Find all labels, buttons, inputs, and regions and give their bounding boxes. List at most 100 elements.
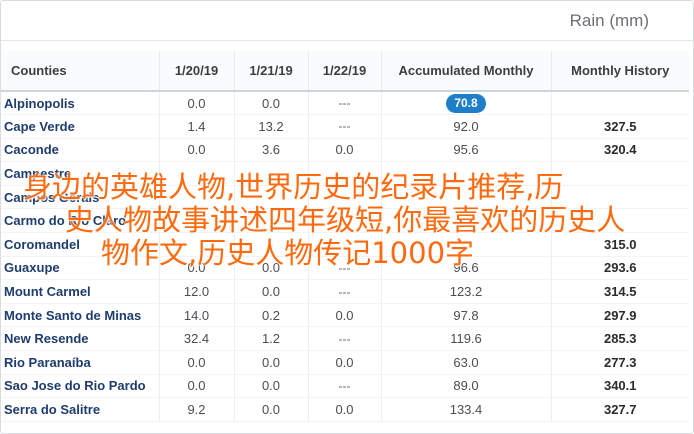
rain-day-3 bbox=[307, 232, 381, 257]
table-row: Rio Paranaíba 0.0 0.0 0.0 63.0 277.3 bbox=[1, 350, 689, 375]
rain-day-1: 0.0 bbox=[158, 374, 234, 399]
rain-day-3: --- bbox=[307, 374, 381, 399]
table-row: Coromandel 315.0 bbox=[1, 232, 689, 257]
rain-day-1: 0.0 bbox=[158, 256, 234, 281]
rain-day-3: --- bbox=[307, 91, 381, 116]
column-header-accumulated-monthly[interactable]: Accumulated Monthly bbox=[380, 51, 551, 92]
rain-day-3: --- bbox=[307, 279, 381, 304]
rain-day-2 bbox=[233, 208, 308, 234]
column-header-monthly-history[interactable]: Monthly History bbox=[550, 51, 689, 92]
table-row: Mount Carmel 12.0 0.0 --- 123.2 314.5 bbox=[1, 279, 689, 304]
column-header-day-1[interactable]: 1/20/19 bbox=[158, 51, 234, 92]
accumulated-monthly: 96.6 bbox=[380, 256, 551, 281]
rain-day-1: 12.0 bbox=[158, 279, 234, 304]
monthly-history bbox=[550, 161, 689, 186]
rain-day-1: 9.2 bbox=[158, 397, 234, 422]
monthly-history: 293.6 bbox=[550, 256, 689, 281]
table-row: Cape Verde 1.4 13.2 --- 92.0 327.5 bbox=[1, 114, 689, 139]
rain-day-1: 0.0 bbox=[158, 350, 234, 375]
rain-day-2 bbox=[233, 161, 308, 186]
accumulated-monthly: 119.6 bbox=[380, 326, 551, 352]
rain-day-1: 32.4 bbox=[158, 326, 234, 352]
county-name[interactable]: Campos Gerais bbox=[1, 185, 159, 210]
monthly-history: 285.3 bbox=[550, 326, 689, 352]
rain-day-3: 0.0 bbox=[307, 397, 381, 422]
county-name[interactable]: Campestre bbox=[1, 161, 159, 186]
accumulated-monthly bbox=[380, 161, 551, 186]
county-name[interactable]: Coromandel bbox=[1, 232, 159, 257]
rain-day-2: 0.0 bbox=[233, 397, 308, 422]
column-header-day-2[interactable]: 1/21/19 bbox=[233, 51, 308, 92]
rain-day-2: 13.2 bbox=[233, 114, 308, 139]
accumulated-monthly: 70.8 bbox=[380, 91, 551, 116]
rain-day-3: 0.0 bbox=[307, 303, 381, 328]
monthly-history bbox=[550, 185, 689, 210]
monthly-history: 277.3 bbox=[550, 350, 689, 375]
accumulated-monthly: 92.0 bbox=[380, 114, 551, 139]
table-body: Alpinopolis 0.0 0.0 --- 70.8 Cape Verde 1.4 13.… bbox=[1, 91, 689, 422]
rain-day-3: --- bbox=[307, 326, 381, 352]
rain-day-3: 0.0 bbox=[307, 138, 381, 163]
table-row: Serra do Salitre 9.2 0.0 0.0 133.4 327.7 bbox=[1, 397, 689, 422]
rain-day-1 bbox=[158, 185, 234, 210]
table-row: Caconde 0.0 3.6 0.0 95.6 320.4 bbox=[1, 138, 689, 163]
rain-day-1 bbox=[158, 232, 234, 257]
accumulated-monthly: 63.0 bbox=[380, 350, 551, 375]
accumulated-monthly: 95.6 bbox=[380, 138, 551, 163]
rain-day-2: 0.2 bbox=[233, 303, 308, 328]
rain-widget: Rain (mm) Counties 1/20/19 1/21/19 1/22/… bbox=[0, 0, 694, 434]
monthly-history: 314.5 bbox=[550, 279, 689, 304]
widget-header: Rain (mm) bbox=[1, 1, 693, 41]
county-name[interactable]: Monte Santo de Minas bbox=[1, 303, 159, 328]
rain-day-1: 0.0 bbox=[158, 138, 234, 163]
rain-day-3 bbox=[307, 208, 381, 234]
rain-table: Counties 1/20/19 1/21/19 1/22/19 Accumul… bbox=[1, 51, 689, 422]
county-name[interactable]: New Resende bbox=[1, 326, 159, 352]
table-row: Monte Santo de Minas 14.0 0.2 0.0 97.8 297.9 bbox=[1, 303, 689, 328]
rain-day-2: 3.6 bbox=[233, 138, 308, 163]
county-name[interactable]: Mount Carmel bbox=[1, 279, 159, 304]
accumulated-monthly: 97.8 bbox=[380, 303, 551, 328]
rain-day-1 bbox=[158, 208, 234, 234]
accumulated-monthly bbox=[380, 208, 551, 234]
rain-day-1 bbox=[158, 161, 234, 186]
rain-day-2 bbox=[233, 185, 308, 210]
accumulated-monthly: 133.4 bbox=[380, 397, 551, 422]
monthly-history bbox=[550, 91, 689, 116]
column-header-day-3[interactable]: 1/22/19 bbox=[307, 51, 381, 92]
rain-day-1: 0.0 bbox=[158, 91, 234, 116]
monthly-history: 297.9 bbox=[550, 303, 689, 328]
monthly-history: 320.4 bbox=[550, 138, 689, 163]
rain-day-2 bbox=[233, 232, 308, 257]
rain-day-2: 0.0 bbox=[233, 279, 308, 304]
county-name[interactable]: Caconde bbox=[1, 138, 159, 163]
table-row: Alpinopolis 0.0 0.0 --- 70.8 bbox=[1, 91, 689, 116]
county-name[interactable]: Alpinopolis bbox=[1, 91, 159, 116]
rain-day-2: 0.0 bbox=[233, 91, 308, 116]
county-name[interactable]: Serra do Salitre bbox=[1, 397, 159, 422]
monthly-history bbox=[550, 208, 689, 234]
county-name[interactable]: Rio Paranaíba bbox=[1, 350, 159, 375]
table-row: Guaxupe 0.0 0.0 --- 96.6 293.6 bbox=[1, 256, 689, 281]
county-name[interactable]: Cape Verde bbox=[1, 114, 159, 139]
rain-day-2: 0.0 bbox=[233, 374, 308, 399]
county-name[interactable]: Sao Jose do Rio Pardo bbox=[1, 374, 159, 399]
rain-day-2: 1.2 bbox=[233, 326, 308, 352]
table-header-row: Counties 1/20/19 1/21/19 1/22/19 Accumul… bbox=[1, 51, 689, 92]
table-row: Campestre bbox=[1, 161, 689, 186]
monthly-history: 327.7 bbox=[550, 397, 689, 422]
monthly-history: 340.1 bbox=[550, 374, 689, 399]
rain-day-3 bbox=[307, 161, 381, 186]
widget-title: Rain (mm) bbox=[569, 11, 649, 30]
monthly-history: 327.5 bbox=[550, 114, 689, 139]
accumulated-monthly: 89.0 bbox=[380, 374, 551, 399]
county-name[interactable]: Guaxupe bbox=[1, 256, 159, 281]
column-header-counties[interactable]: Counties bbox=[1, 51, 159, 92]
rain-day-3: 0.0 bbox=[307, 350, 381, 375]
table-row: Sao Jose do Rio Pardo 0.0 0.0 --- 89.0 340.1 bbox=[1, 374, 689, 399]
monthly-history: 315.0 bbox=[550, 232, 689, 257]
rain-day-1: 14.0 bbox=[158, 303, 234, 328]
county-name[interactable]: Carmo do Rio Claro bbox=[1, 208, 159, 234]
accumulated-highlight-badge: 70.8 bbox=[446, 93, 486, 113]
table-row: Carmo do Rio Claro bbox=[1, 208, 689, 234]
